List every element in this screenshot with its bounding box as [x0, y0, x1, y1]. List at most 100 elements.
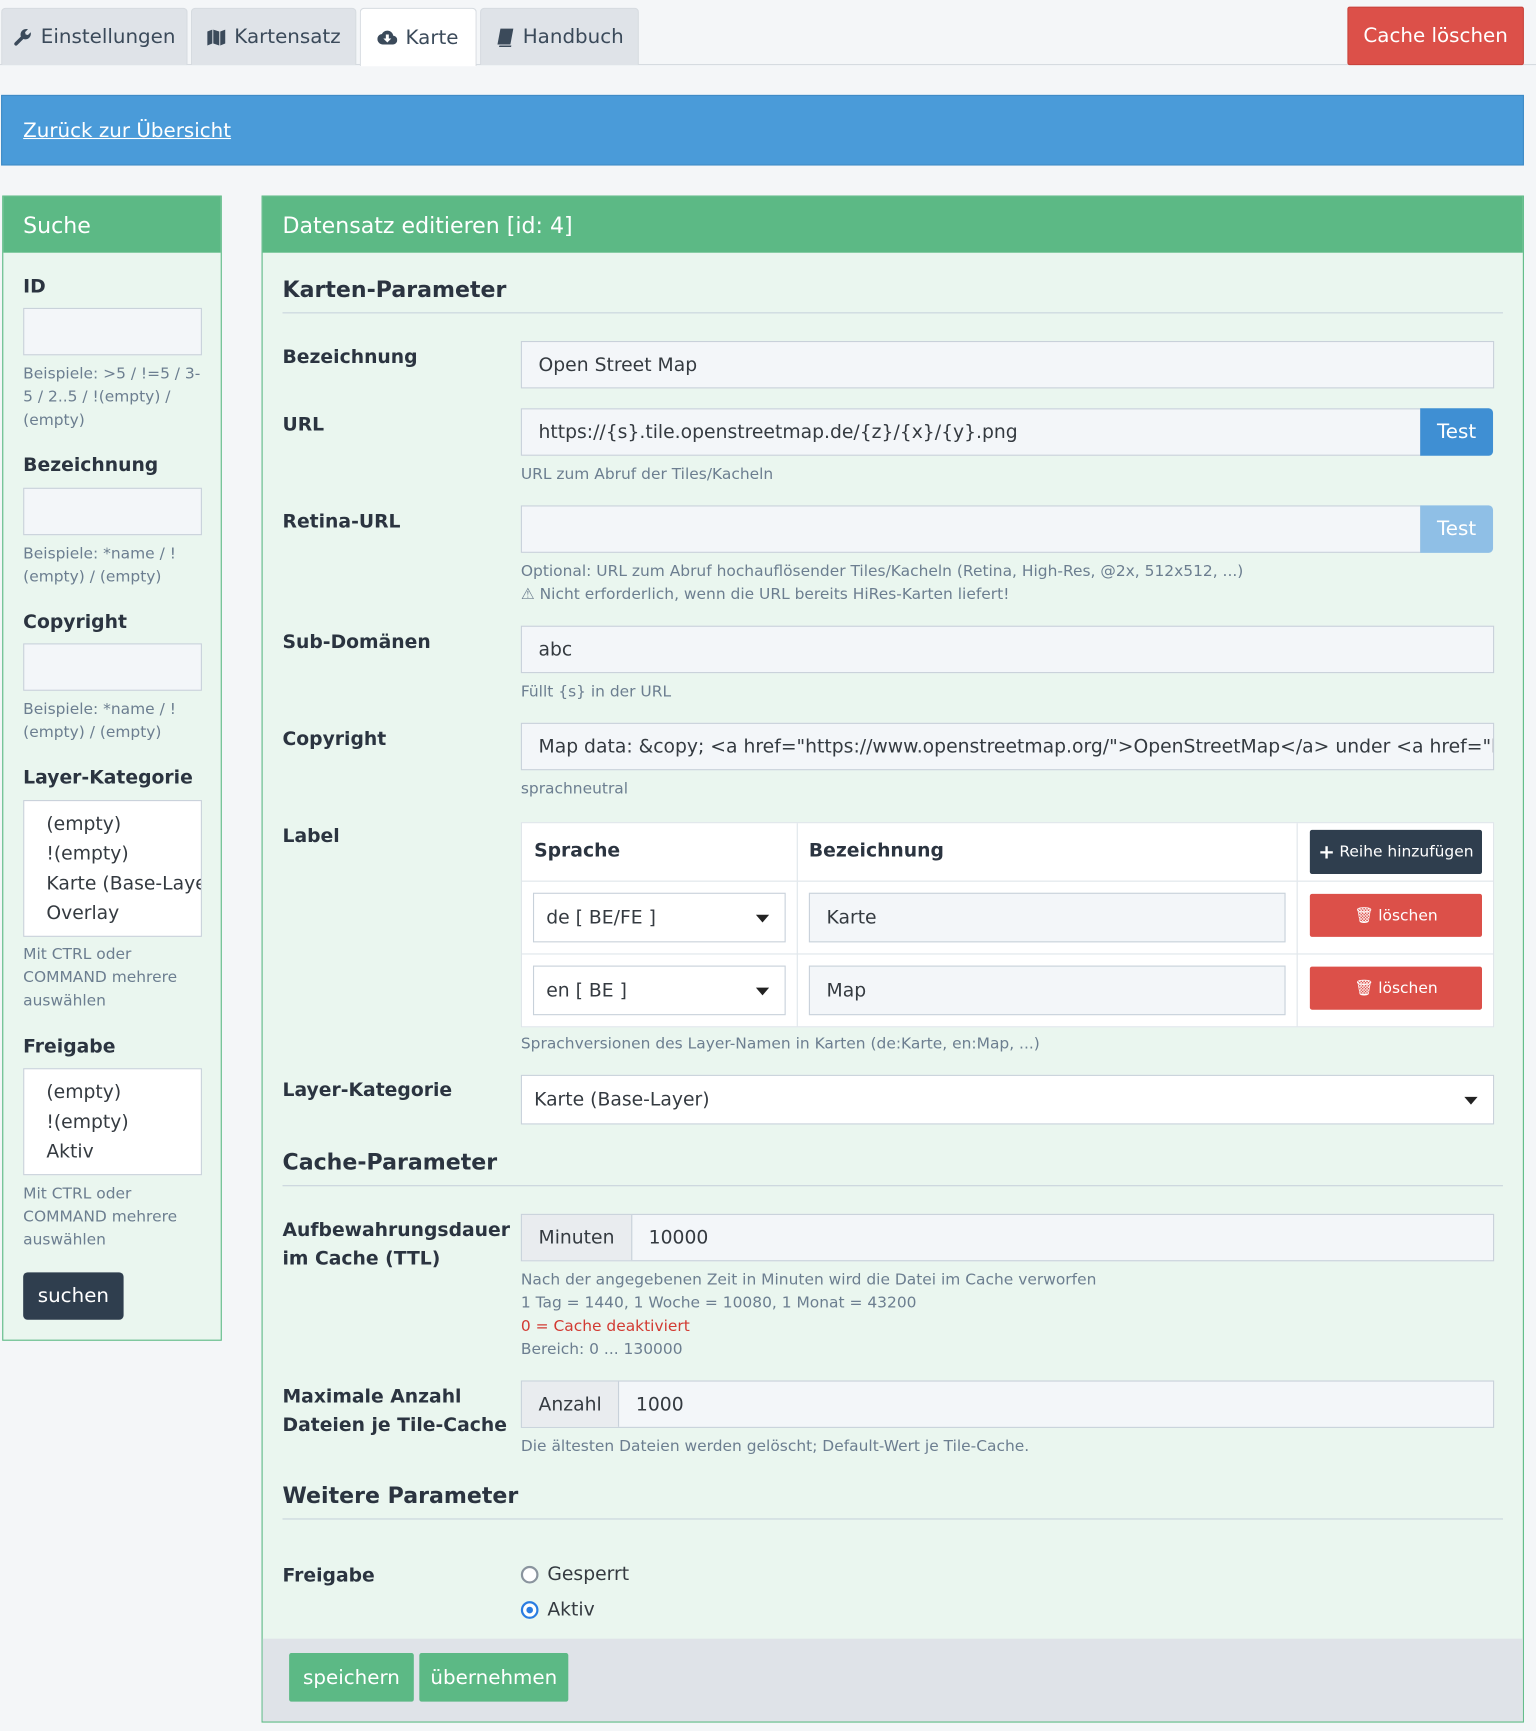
language-select[interactable]: de [ BE/FE ] — [532, 892, 786, 943]
max-files-label-line: Maximale Anzahl — [282, 1385, 462, 1409]
search-release-help: Mit CTRL oder COMMAND mehrere auswählen — [23, 1185, 178, 1250]
max-files-input[interactable]: 1000 — [619, 1382, 684, 1427]
delete-row-button[interactable]: 🗑 löschen — [1309, 893, 1483, 937]
release-label: Freigabe — [282, 1564, 375, 1587]
list-item[interactable]: !(empty) — [46, 840, 200, 870]
search-release-label: Freigabe — [23, 1036, 116, 1059]
search-layer-multiselect[interactable]: (empty) !(empty) Karte (Base-Layer) Over… — [23, 800, 202, 937]
search-layer-label: Layer-Kategorie — [23, 766, 193, 790]
retina-url-test-button[interactable]: Test — [1420, 505, 1494, 553]
language-select-value: en [ BE ] — [546, 979, 627, 1002]
subdomains-input[interactable]: abc — [520, 625, 1495, 674]
subdomains-help: Füllt {s} in der URL — [520, 683, 672, 701]
label-name-input[interactable]: Karte — [808, 892, 1286, 943]
search-panel: Suche ID Beispiele: >5 / !=5 / 3-5 / 2..… — [2, 195, 222, 1341]
label-label: Label — [282, 825, 340, 848]
search-submit-button[interactable]: suchen — [23, 1272, 124, 1320]
radio-active-label: Aktiv — [547, 1598, 595, 1622]
copyright-label: Copyright — [282, 728, 387, 751]
name-label: Bezeichnung — [282, 346, 418, 369]
search-id-label: ID — [23, 275, 46, 298]
name-input[interactable]: Open Street Map — [520, 340, 1495, 389]
language-select[interactable]: en [ BE ] — [532, 965, 786, 1016]
chevron-down-icon — [1464, 1096, 1478, 1105]
label-help: Sprachversionen des Layer-Namen in Karte… — [520, 1035, 1040, 1053]
delete-label: löschen — [1378, 906, 1438, 925]
layer-category-label: Layer-Kategorie — [282, 1079, 453, 1102]
search-layer-help: Mit CTRL oder COMMAND mehrere auswählen — [23, 945, 178, 1010]
search-copyright-label: Copyright — [23, 611, 127, 634]
chevron-down-icon — [755, 914, 770, 923]
ttl-unit-addon: Minuten — [521, 1214, 633, 1261]
ttl-input[interactable]: 10000 — [632, 1215, 709, 1260]
list-item[interactable]: !(empty) — [46, 1108, 200, 1138]
table-header-row: Sprache Bezeichnung + Reihe hinzufügen — [522, 823, 1493, 881]
list-item[interactable]: Karte (Base-Layer) — [46, 870, 200, 900]
add-row-button[interactable]: + Reihe hinzufügen — [1309, 829, 1483, 874]
back-to-overview-link[interactable]: Zurück zur Übersicht — [23, 119, 231, 142]
list-item[interactable]: (empty) — [46, 1078, 200, 1108]
max-files-unit-addon: Anzahl — [521, 1381, 620, 1427]
label-name-input[interactable]: Map — [808, 965, 1286, 1016]
ttl-label-line: Aufbewahrungsdauer — [282, 1219, 511, 1242]
list-item[interactable]: Aktiv — [46, 1138, 200, 1168]
chevron-down-icon — [755, 987, 770, 996]
list-item[interactable]: (empty) — [46, 810, 200, 840]
radio-button[interactable] — [520, 1565, 539, 1584]
search-copyright-input[interactable] — [23, 643, 202, 691]
search-id-help: Beispiele: >5 / !=5 / 3-5 / 2..5 / !(emp… — [23, 365, 201, 430]
wrench-icon — [14, 28, 31, 46]
delete-label: löschen — [1378, 979, 1438, 998]
clear-cache-button[interactable]: Cache löschen — [1347, 6, 1524, 66]
url-help: URL zum Abruf der Tiles/Kacheln — [520, 465, 774, 484]
search-copyright-help: Beispiele: *name / !(empty) / (empty) — [23, 700, 176, 742]
search-release-multiselect[interactable]: (empty) !(empty) Aktiv — [23, 1068, 202, 1176]
tab-label: Kartensatz — [234, 25, 341, 49]
book-icon — [497, 28, 514, 47]
tab-kartensatz[interactable]: Kartensatz — [190, 7, 357, 66]
delete-row-button[interactable]: 🗑 löschen — [1309, 966, 1483, 1010]
radio-locked[interactable]: Gesperrt — [520, 1564, 629, 1586]
radio-button-checked[interactable] — [520, 1601, 539, 1619]
max-files-label: Maximale Anzahl Dateien je Tile-Cache — [282, 1383, 506, 1440]
edit-panel-title: Datensatz editieren [id: 4] — [262, 196, 1523, 253]
max-files-label-line: Dateien je Tile-Cache — [282, 1414, 507, 1437]
apply-button[interactable]: übernehmen — [419, 1653, 569, 1702]
url-test-button[interactable]: Test — [1420, 408, 1494, 456]
plus-icon: + — [1318, 840, 1335, 864]
section-map-parameters: Karten-Parameter — [282, 276, 1503, 314]
retina-url-label: Retina-URL — [282, 510, 401, 533]
column-header-language: Sprache — [534, 839, 621, 862]
tab-handbuch[interactable]: Handbuch — [480, 7, 639, 66]
tab-karte[interactable]: Karte — [359, 7, 477, 67]
copyright-input[interactable]: Map data: &copy; <a href="https://www.op… — [520, 722, 1495, 771]
url-input[interactable]: https://{s}.tile.openstreetmap.de/{z}/{x… — [520, 408, 1422, 456]
radio-active[interactable]: Aktiv — [520, 1598, 595, 1622]
add-row-label: Reihe hinzufügen — [1339, 843, 1474, 861]
tab-label: Karte — [405, 25, 459, 50]
table-row: en [ BE ] Map 🗑 löschen — [521, 953, 1494, 1027]
list-item[interactable]: Overlay — [46, 899, 200, 929]
search-id-input[interactable] — [23, 307, 202, 356]
ttl-label: Aufbewahrungsdauer im Cache (TTL) — [282, 1216, 510, 1273]
ttl-help-line: 1 Tag = 1440, 1 Woche = 10080, 1 Monat =… — [520, 1294, 917, 1313]
layer-category-select[interactable]: Karte (Base-Layer) — [520, 1074, 1495, 1125]
tab-label: Einstellungen — [40, 25, 176, 49]
tab-einstellungen[interactable]: Einstellungen — [1, 7, 188, 66]
retina-url-help-line: Optional: URL zum Abruf hochauflösender … — [520, 562, 1244, 581]
search-name-input[interactable] — [23, 487, 202, 536]
url-label: URL — [282, 413, 325, 436]
cloud-download-icon — [377, 30, 398, 45]
form-footer: speichern übernehmen — [262, 1638, 1523, 1722]
table-row: de [ BE/FE ] Karte 🗑 löschen — [521, 880, 1494, 954]
ttl-help-line: Nach der angegebenen Zeit in Minuten wir… — [520, 1271, 1097, 1289]
label-table: Sprache Bezeichnung + Reihe hinzufügen d… — [520, 822, 1495, 1028]
ttl-help: Nach der angegebenen Zeit in Minuten wir… — [521, 1269, 1097, 1362]
tab-label: Handbuch — [522, 25, 624, 49]
retina-url-input[interactable] — [520, 505, 1422, 553]
tab-bar: Einstellungen Kartensatz Karte Handbuch … — [0, 0, 1536, 67]
save-button[interactable]: speichern — [289, 1653, 414, 1702]
edit-panel: Datensatz editieren [id: 4] Karten-Param… — [261, 195, 1524, 1723]
search-name-label: Bezeichnung — [23, 454, 159, 477]
subdomains-label: Sub-Domänen — [282, 631, 431, 654]
